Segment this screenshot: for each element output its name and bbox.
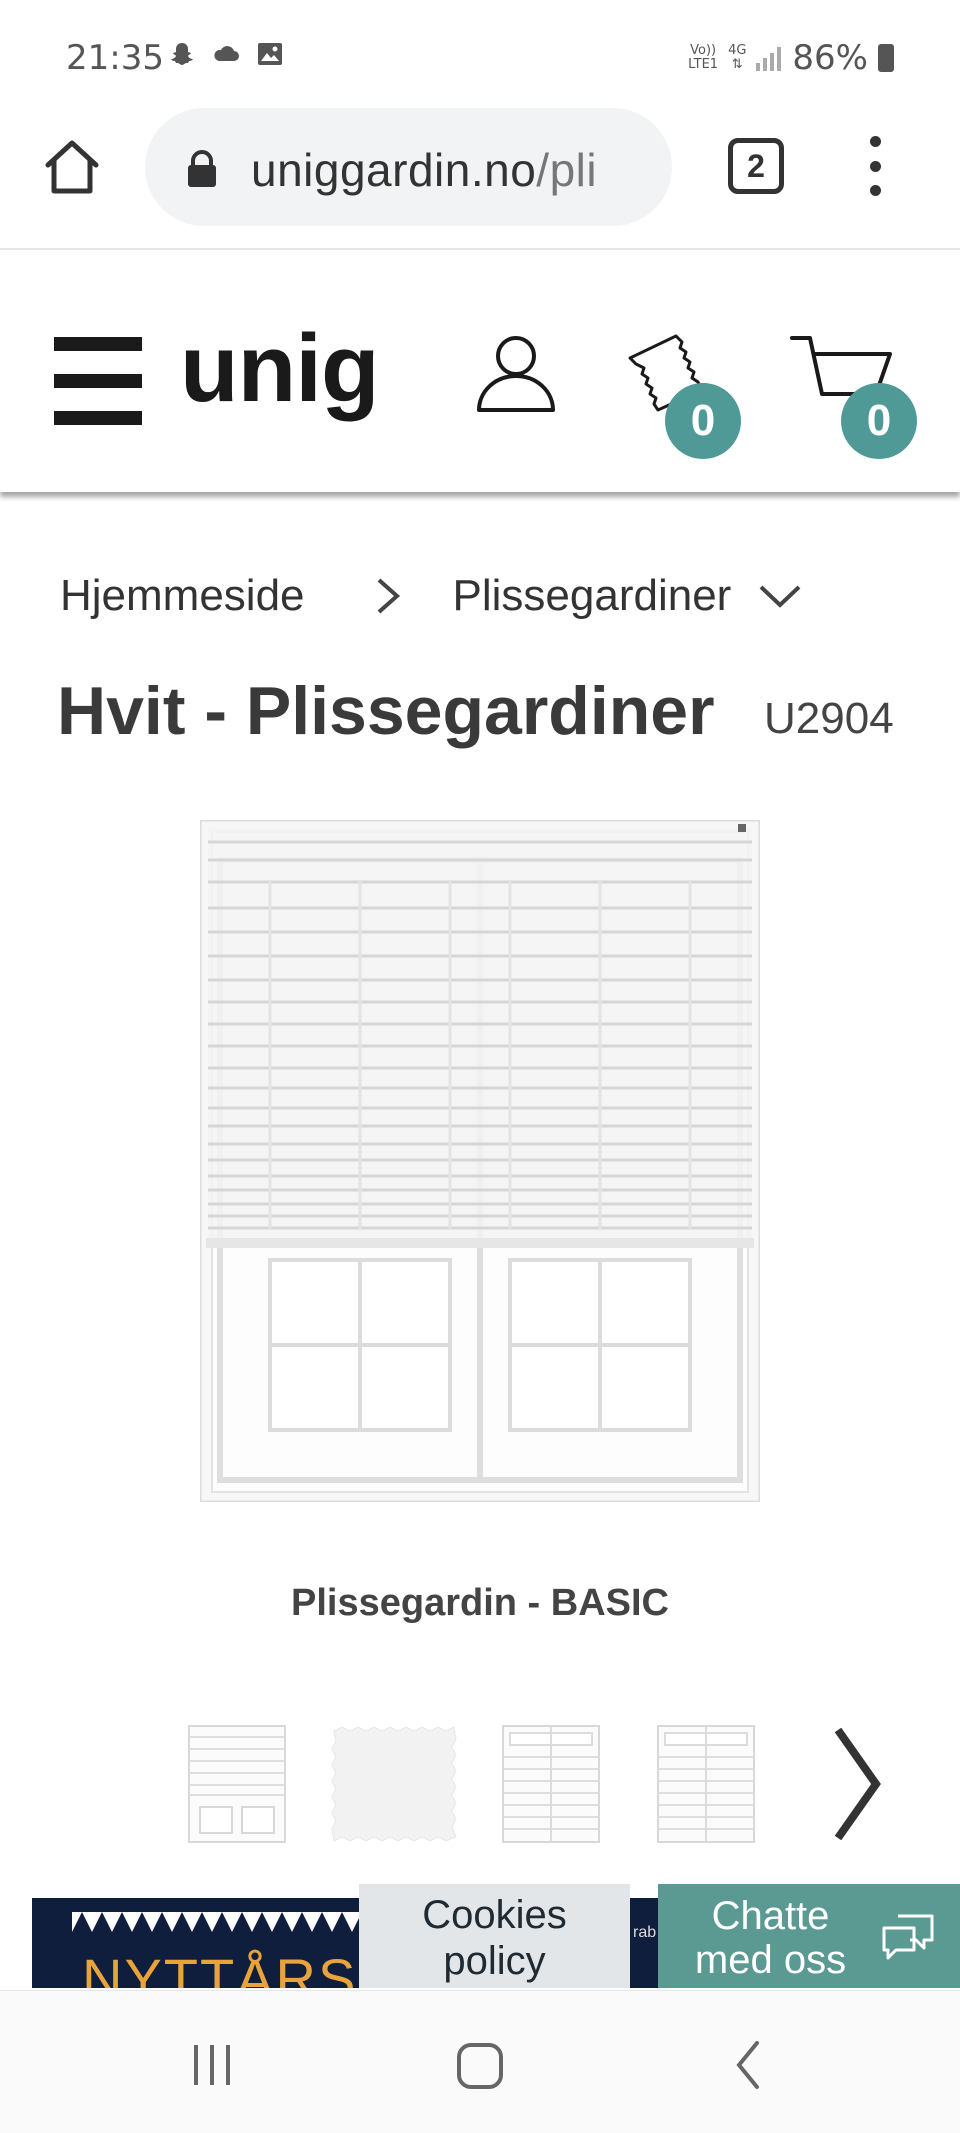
address-bar[interactable]: uniggardin.no/pli: [145, 108, 672, 226]
chat-label-line2: med oss: [694, 1938, 847, 1982]
browser-menu-button[interactable]: [860, 136, 890, 196]
network-type-label: 4G: [728, 43, 747, 58]
promo-bunting-decoration: [72, 1912, 362, 1932]
url-text: uniggardin.no/pli: [251, 143, 651, 197]
site-logo[interactable]: unig: [180, 314, 380, 424]
snapchat-icon: [168, 40, 196, 68]
system-home-icon[interactable]: [455, 2041, 505, 2091]
thumbnail-blind-image: [188, 1725, 286, 1843]
thumbnail-carousel: [0, 1720, 960, 1850]
promo-banner[interactable]: NYTTÅRS S: [32, 1898, 364, 1988]
breadcrumb-home-link[interactable]: Hjemmeside: [60, 571, 305, 621]
promo-banner-strip: rab: [630, 1898, 660, 1988]
url-domain: uniggardin.no: [251, 144, 537, 196]
hamburger-menu-button[interactable]: [54, 337, 142, 425]
home-button[interactable]: [40, 135, 104, 199]
breadcrumb: Hjemmeside Plissegardiner: [60, 568, 803, 624]
volte-label: Vo)): [690, 43, 717, 58]
chat-label: Chatte med oss: [688, 1894, 853, 1982]
carousel-next-button[interactable]: [830, 1720, 886, 1850]
volte-indicator: Vo)) LTE1: [688, 44, 718, 72]
notification-icons: [168, 40, 284, 68]
chat-button[interactable]: Chatte med oss: [658, 1884, 960, 1988]
chevron-down-icon[interactable]: [757, 581, 803, 611]
product-caption: Plissegardin - BASIC: [291, 1582, 669, 1624]
page-title: Hvit - Plissegardiner: [57, 673, 715, 749]
hamburger-line: [54, 337, 142, 351]
promo-text: NYTTÅRS S: [82, 1947, 364, 1988]
promo-strip-text: rab: [633, 1924, 657, 1941]
gallery-icon: [256, 40, 284, 68]
samples-count-badge[interactable]: 0: [665, 383, 741, 459]
status-right: Vo)) LTE1 4G ⇅ 86%: [688, 38, 894, 78]
system-nav-bar: [0, 1990, 960, 2133]
signal-icon: [756, 45, 782, 71]
cookies-policy-button[interactable]: Cookies policy: [359, 1884, 630, 1988]
chevron-right-icon: [834, 1727, 881, 1841]
breadcrumb-category-link[interactable]: Plissegardiner: [453, 571, 732, 621]
thumbnail-blind-image: [502, 1725, 600, 1843]
chat-label-line1: Chatte: [711, 1894, 830, 1938]
battery-icon: [878, 44, 894, 72]
menu-dot-icon: [869, 136, 881, 147]
thumbnail-fabric-image: [331, 1726, 457, 1842]
lte-label: LTE1: [688, 57, 719, 72]
cookies-label-line2: policy: [443, 1939, 546, 1983]
site-header: unig: [0, 252, 960, 492]
battery-percent: 86%: [792, 38, 868, 78]
cart-count-badge[interactable]: 0: [841, 383, 917, 459]
url-path: /pli: [536, 144, 598, 196]
hamburger-line: [54, 411, 142, 425]
thumbnail-item[interactable]: [502, 1725, 600, 1843]
network-type: 4G ⇅: [728, 44, 746, 72]
data-arrows-icon: ⇅: [731, 57, 743, 72]
home-icon: [45, 140, 99, 194]
thumbnail-blind-image: [657, 1725, 755, 1843]
back-icon[interactable]: [733, 2039, 763, 2091]
status-bar: 21:35 Vo)) LTE1 4G ⇅ 86%: [0, 0, 960, 115]
lock-icon: [185, 150, 219, 188]
chat-bubbles-icon: [882, 1914, 934, 1960]
product-code: U2904: [764, 694, 894, 743]
account-button[interactable]: [474, 330, 558, 414]
cloud-icon: [212, 40, 240, 68]
status-time: 21:35: [66, 38, 164, 78]
menu-dot-icon: [869, 160, 881, 172]
tab-switcher-button[interactable]: 2: [728, 138, 784, 194]
user-icon: [477, 336, 555, 412]
hamburger-line: [54, 374, 142, 388]
chevron-right-icon: [377, 578, 400, 614]
thumbnail-item[interactable]: [330, 1725, 458, 1843]
menu-dot-icon: [869, 185, 881, 196]
recent-apps-icon[interactable]: [190, 2043, 234, 2087]
thumbnail-item[interactable]: [188, 1725, 286, 1843]
thumbnail-item[interactable]: [657, 1725, 755, 1843]
browser-toolbar: uniggardin.no/pli 2: [0, 100, 960, 250]
pleated-blind-illustration: [198, 818, 762, 1504]
cookies-label-line1: Cookies: [422, 1893, 567, 1937]
product-image[interactable]: [198, 818, 762, 1504]
